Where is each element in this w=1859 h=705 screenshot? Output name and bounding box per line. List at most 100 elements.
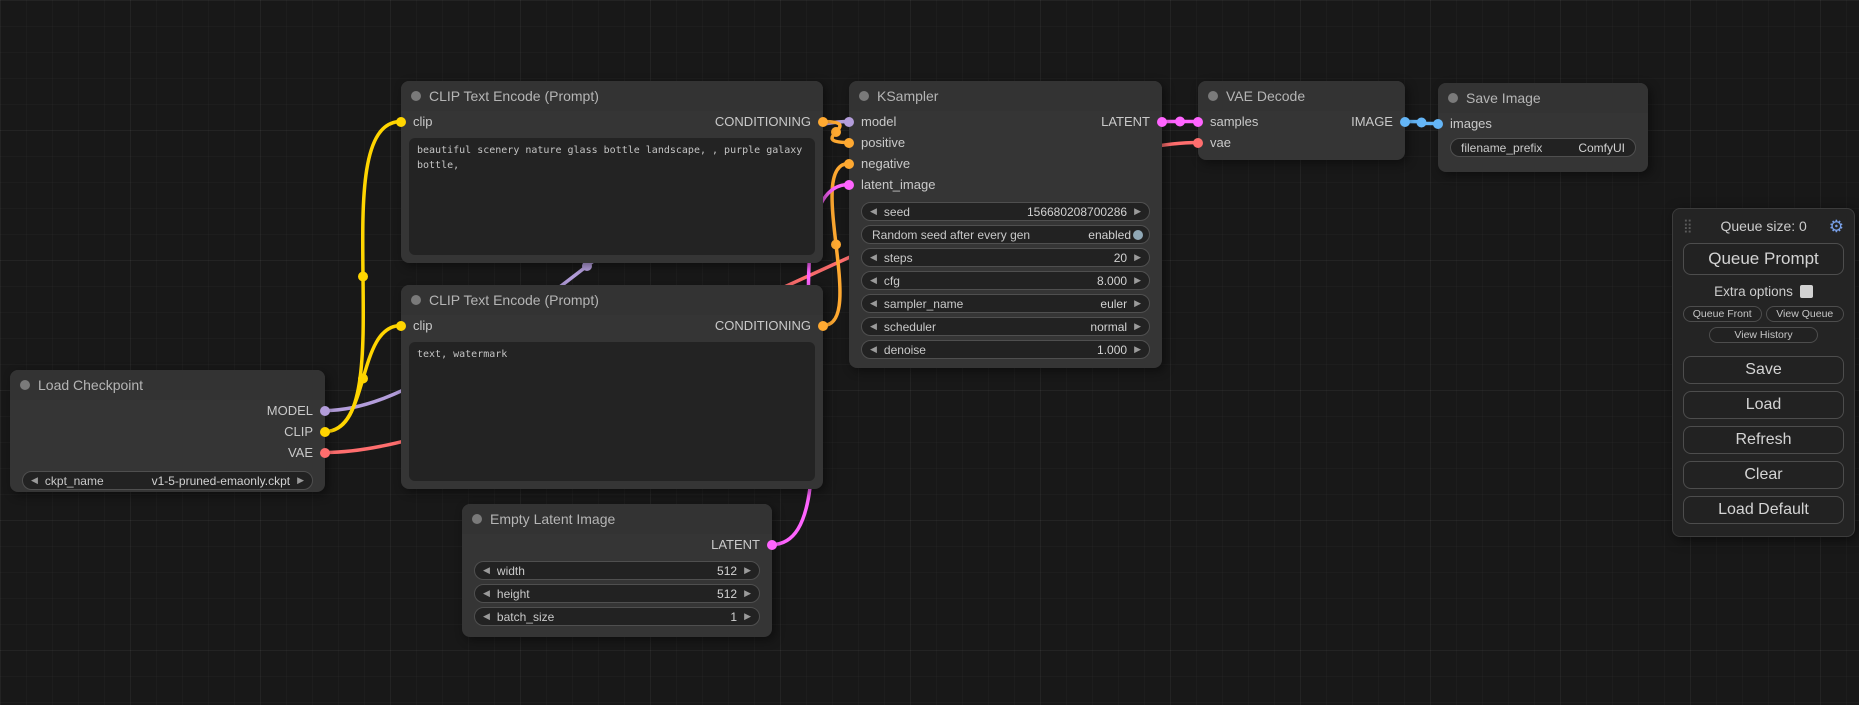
input-slot-images[interactable] — [1433, 119, 1443, 129]
node-title-bar[interactable]: Empty Latent Image — [462, 504, 772, 534]
widget-batch-size[interactable]: ◀ batch_size 1 ▶ — [474, 607, 760, 626]
node-ksampler[interactable]: KSampler model LATENT positive negative … — [849, 81, 1162, 368]
input-slot-clip[interactable] — [396, 321, 406, 331]
prompt-text-area[interactable]: beautiful scenery nature glass bottle la… — [409, 138, 815, 255]
input-slot-label: negative — [861, 156, 910, 171]
view-history-button[interactable]: View History — [1709, 327, 1818, 343]
refresh-button[interactable]: Refresh — [1683, 426, 1844, 454]
output-slot-model[interactable] — [320, 406, 330, 416]
output-slot-image[interactable] — [1400, 117, 1410, 127]
output-slot-latent[interactable] — [767, 540, 777, 550]
decrement-arrow-icon[interactable]: ◀ — [483, 589, 490, 598]
prompt-text-area[interactable]: text, watermark — [409, 342, 815, 481]
slot-row: positive — [849, 132, 1162, 153]
node-empty-latent-image[interactable]: Empty Latent Image LATENT ◀ width 512 ▶ … — [462, 504, 772, 637]
output-slot-clip[interactable] — [320, 427, 330, 437]
decrement-arrow-icon[interactable]: ◀ — [870, 345, 877, 354]
node-title-bar[interactable]: CLIP Text Encode (Prompt) — [401, 285, 823, 315]
decrement-arrow-icon[interactable]: ◀ — [870, 253, 877, 262]
extra-options-label: Extra options — [1714, 284, 1793, 299]
history-row: View History — [1683, 327, 1844, 343]
widget-random-seed-toggle[interactable]: Random seed after every gen enabled — [861, 225, 1150, 244]
output-slot-label: CONDITIONING — [715, 114, 811, 129]
view-queue-button[interactable]: View Queue — [1766, 306, 1845, 322]
increment-arrow-icon[interactable]: ▶ — [1134, 322, 1141, 331]
decrement-arrow-icon[interactable]: ◀ — [870, 322, 877, 331]
collapse-dot-icon[interactable] — [472, 514, 482, 524]
widget-filename-prefix[interactable]: filename_prefix ComfyUI — [1450, 138, 1636, 157]
widget-denoise[interactable]: ◀ denoise 1.000 ▶ — [861, 340, 1150, 359]
output-slot-conditioning[interactable] — [818, 321, 828, 331]
widget-cfg[interactable]: ◀ cfg 8.000 ▶ — [861, 271, 1150, 290]
slot-row: MODEL — [10, 400, 325, 421]
input-slot-positive[interactable] — [844, 138, 854, 148]
queue-front-button[interactable]: Queue Front — [1683, 306, 1762, 322]
input-slot-clip[interactable] — [396, 117, 406, 127]
collapse-dot-icon[interactable] — [20, 380, 30, 390]
increment-arrow-icon[interactable]: ▶ — [744, 612, 751, 621]
widget-scheduler[interactable]: ◀ scheduler normal ▶ — [861, 317, 1150, 336]
queue-prompt-button[interactable]: Queue Prompt — [1683, 243, 1844, 275]
node-vae-decode[interactable]: VAE Decode samples IMAGE vae — [1198, 81, 1405, 160]
input-slot-latent-image[interactable] — [844, 180, 854, 190]
increment-arrow-icon[interactable]: ▶ — [1134, 345, 1141, 354]
decrement-arrow-icon[interactable]: ◀ — [870, 207, 877, 216]
input-slot-model[interactable] — [844, 117, 854, 127]
widget-label: batch_size — [497, 610, 554, 624]
save-button[interactable]: Save — [1683, 356, 1844, 384]
decrement-arrow-icon[interactable]: ◀ — [870, 299, 877, 308]
output-slot-vae[interactable] — [320, 448, 330, 458]
slot-row: images — [1438, 113, 1648, 134]
increment-arrow-icon[interactable]: ▶ — [297, 476, 304, 485]
widget-seed[interactable]: ◀ seed 156680208700286 ▶ — [861, 202, 1150, 221]
output-slot-conditioning[interactable] — [818, 117, 828, 127]
node-title-bar[interactable]: Save Image — [1438, 83, 1648, 113]
input-slot-samples[interactable] — [1193, 117, 1203, 127]
drag-handle-icon[interactable]: ⣿ — [1683, 218, 1693, 234]
widget-height[interactable]: ◀ height 512 ▶ — [474, 584, 760, 603]
increment-arrow-icon[interactable]: ▶ — [744, 566, 751, 575]
widget-sampler-name[interactable]: ◀ sampler_name euler ▶ — [861, 294, 1150, 313]
node-clip-text-encode-positive[interactable]: CLIP Text Encode (Prompt) clip CONDITION… — [401, 81, 823, 263]
node-title-bar[interactable]: CLIP Text Encode (Prompt) — [401, 81, 823, 111]
clear-button[interactable]: Clear — [1683, 461, 1844, 489]
node-title: CLIP Text Encode (Prompt) — [429, 292, 599, 308]
increment-arrow-icon[interactable]: ▶ — [1134, 253, 1141, 262]
decrement-arrow-icon[interactable]: ◀ — [870, 276, 877, 285]
extra-options-checkbox[interactable] — [1800, 285, 1813, 298]
increment-arrow-icon[interactable]: ▶ — [1134, 276, 1141, 285]
widget-label: scheduler — [884, 320, 936, 334]
node-title-bar[interactable]: KSampler — [849, 81, 1162, 111]
widget-ckpt-name[interactable]: ◀ ckpt_name v1-5-pruned-emaonly.ckpt ▶ — [22, 471, 313, 490]
node-graph-canvas[interactable]: Load Checkpoint MODEL CLIP VAE ◀ ckpt_na… — [0, 0, 1859, 705]
input-slot-negative[interactable] — [844, 159, 854, 169]
collapse-dot-icon[interactable] — [1208, 91, 1218, 101]
input-slot-vae[interactable] — [1193, 138, 1203, 148]
decrement-arrow-icon[interactable]: ◀ — [483, 566, 490, 575]
widget-value: ComfyUI — [1578, 141, 1625, 155]
node-load-checkpoint[interactable]: Load Checkpoint MODEL CLIP VAE ◀ ckpt_na… — [10, 370, 325, 492]
decrement-arrow-icon[interactable]: ◀ — [31, 476, 38, 485]
node-title-bar[interactable]: Load Checkpoint — [10, 370, 325, 400]
widget-label: sampler_name — [884, 297, 963, 311]
collapse-dot-icon[interactable] — [411, 295, 421, 305]
slot-row: vae — [1198, 132, 1405, 153]
load-default-button[interactable]: Load Default — [1683, 496, 1844, 524]
collapse-dot-icon[interactable] — [859, 91, 869, 101]
increment-arrow-icon[interactable]: ▶ — [744, 589, 751, 598]
collapse-dot-icon[interactable] — [411, 91, 421, 101]
increment-arrow-icon[interactable]: ▶ — [1134, 207, 1141, 216]
increment-arrow-icon[interactable]: ▶ — [1134, 299, 1141, 308]
collapse-dot-icon[interactable] — [1448, 93, 1458, 103]
decrement-arrow-icon[interactable]: ◀ — [483, 612, 490, 621]
toggle-knob-icon[interactable] — [1133, 230, 1143, 240]
output-slot-latent[interactable] — [1157, 117, 1167, 127]
load-button[interactable]: Load — [1683, 391, 1844, 419]
input-slot-label: positive — [861, 135, 905, 150]
widget-steps[interactable]: ◀ steps 20 ▶ — [861, 248, 1150, 267]
node-clip-text-encode-negative[interactable]: CLIP Text Encode (Prompt) clip CONDITION… — [401, 285, 823, 489]
node-save-image[interactable]: Save Image images filename_prefix ComfyU… — [1438, 83, 1648, 172]
node-title-bar[interactable]: VAE Decode — [1198, 81, 1405, 111]
widget-width[interactable]: ◀ width 512 ▶ — [474, 561, 760, 580]
settings-gear-icon[interactable]: ⚙ — [1829, 218, 1844, 235]
